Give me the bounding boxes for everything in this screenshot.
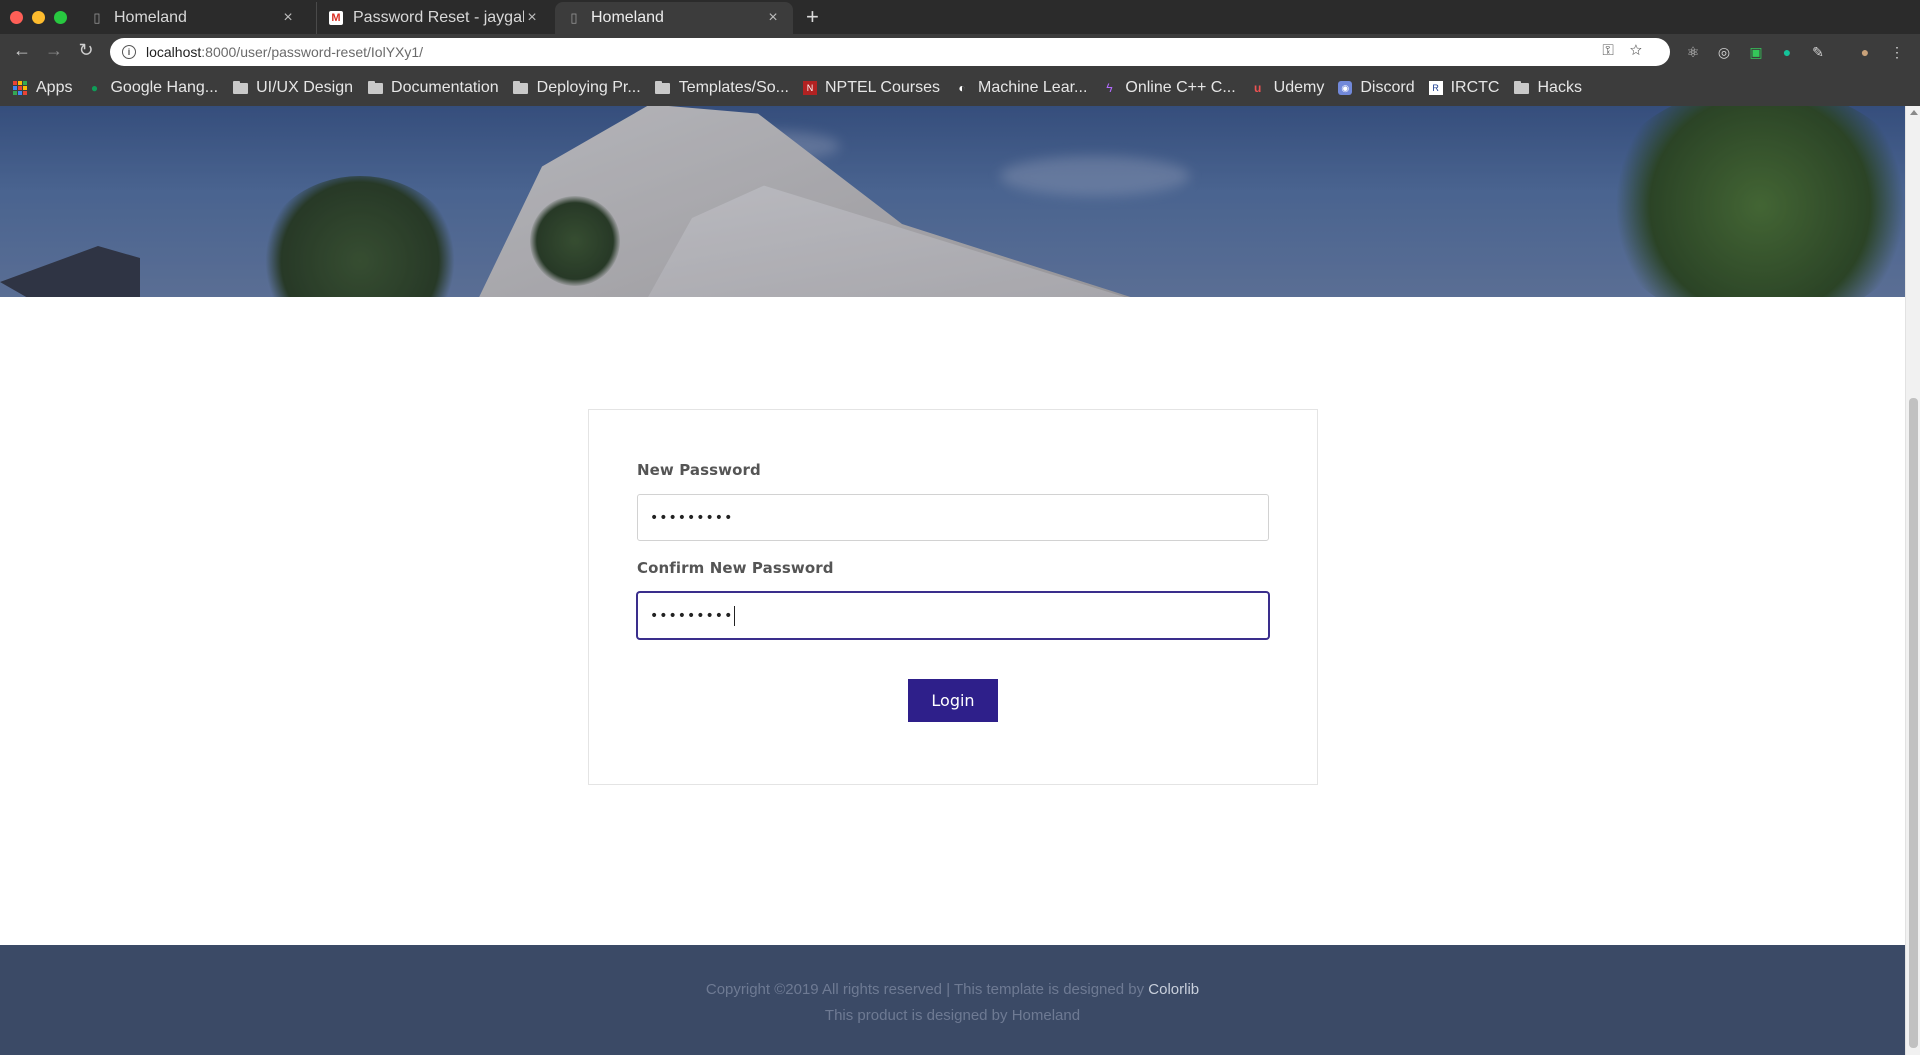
omnibox-actions: ⚿☆: [1602, 42, 1658, 59]
pen-extension-icon[interactable]: ✎: [1809, 43, 1827, 61]
bookmark-label: NPTEL Courses: [824, 79, 940, 96]
copyright-line: Copyright ©2019 All rights reserved | Th…: [0, 981, 1905, 998]
key-icon[interactable]: ⚿: [1602, 42, 1629, 59]
copyright-text: Copyright ©2019 All rights reserved | Th…: [705, 981, 1149, 998]
hero-banner-image: [0, 106, 1905, 297]
folder-icon: [513, 80, 529, 95]
bookmark-documentation[interactable]: Documentation: [367, 79, 499, 97]
folder-icon: [655, 80, 671, 95]
bookmark-nptel[interactable]: N NPTEL Courses: [802, 79, 940, 97]
hangouts-icon: ●: [90, 81, 99, 95]
back-arrow-icon[interactable]: ←: [10, 40, 34, 61]
bookmarks-bar: Apps ● Google Hang... UI/UX Design Docum…: [0, 70, 1920, 106]
confirm-password-value: •••••••••: [650, 607, 734, 624]
bookmark-discord[interactable]: ◉ Discord: [1338, 79, 1415, 97]
green-extension-icon[interactable]: ▣: [1747, 43, 1765, 61]
browser-toolbar: ← → ↻ i localhost:8000/user/password-res…: [0, 34, 1920, 70]
window-minimize-button[interactable]: [32, 11, 45, 24]
bookmark-machine-learning[interactable]: ◐ Machine Lear...: [954, 79, 1087, 97]
apps-grid-icon: [12, 81, 28, 95]
grammarly-icon[interactable]: ●: [1778, 43, 1796, 61]
tab-title: Homeland: [591, 9, 664, 26]
discord-icon: ◉: [1338, 81, 1353, 95]
bookmark-online-cpp[interactable]: ϟ Online C++ C...: [1101, 79, 1235, 97]
bookmark-label: Machine Lear...: [977, 79, 1088, 96]
folder-icon: [367, 80, 383, 95]
product-credit: This product is designed by Homeland: [824, 1007, 1081, 1024]
browser-tab-password-reset[interactable]: M Password Reset - jaygala ×: [316, 2, 552, 34]
folder-icon: [232, 80, 248, 95]
forward-arrow-icon[interactable]: →: [42, 40, 66, 61]
nptel-icon: N: [802, 81, 817, 95]
bookmark-label: Deploying Pr...: [536, 79, 641, 96]
bookmark-label: Discord: [1360, 79, 1415, 96]
menu-kebab-icon[interactable]: ⋮: [1888, 43, 1906, 61]
react-devtools-icon[interactable]: ⚛: [1684, 43, 1702, 61]
bookmark-irctc[interactable]: R IRCTC: [1428, 79, 1500, 97]
url-host: localhost: [146, 44, 202, 60]
udemy-icon: u: [1254, 81, 1262, 95]
scroll-up-icon[interactable]: [1910, 110, 1918, 115]
folder-icon: [1513, 80, 1529, 95]
profile-avatar[interactable]: ●: [1856, 43, 1874, 61]
bookmark-ui-ux-design[interactable]: UI/UX Design: [232, 79, 353, 97]
new-password-field[interactable]: •••••••••: [637, 494, 1269, 541]
site-info-icon[interactable]: i: [122, 45, 136, 59]
scrollbar-thumb[interactable]: [1909, 398, 1918, 1048]
page-icon: ▯: [93, 10, 101, 25]
text-caret: [734, 605, 736, 626]
bookmark-label: Templates/So...: [678, 79, 789, 96]
new-password-value: •••••••••: [650, 509, 734, 526]
password-reset-form: New Password ••••••••• Confirm New Passw…: [588, 409, 1318, 785]
gmail-icon: M: [329, 11, 343, 25]
close-icon[interactable]: ×: [765, 9, 781, 27]
confirm-password-field[interactable]: •••••••••: [637, 592, 1269, 639]
bookmark-apps[interactable]: Apps: [12, 79, 72, 97]
bookmark-label: Hacks: [1537, 79, 1582, 96]
close-icon[interactable]: ×: [280, 9, 296, 27]
browser-tab-homeland-1[interactable]: ▯ Homeland ×: [78, 2, 308, 34]
bookmark-label: Apps: [36, 79, 73, 96]
bookmark-templates[interactable]: Templates/So...: [655, 79, 789, 97]
bookmark-label: Documentation: [391, 79, 499, 96]
confirm-password-label: Confirm New Password: [637, 559, 834, 577]
bookmark-label: UI/UX Design: [256, 79, 354, 96]
address-bar[interactable]: i localhost:8000/user/password-reset/Iol…: [110, 38, 1670, 66]
page-footer: Copyright ©2019 All rights reserved | Th…: [0, 945, 1905, 1055]
page-icon: ▯: [570, 10, 578, 25]
target-extension-icon[interactable]: ◎: [1715, 43, 1733, 61]
window-maximize-button[interactable]: [54, 11, 67, 24]
window-close-button[interactable]: [10, 11, 23, 24]
bookmark-label: IRCTC: [1450, 79, 1500, 96]
hero-overlay: [0, 106, 1905, 297]
bookmark-hacks[interactable]: Hacks: [1513, 79, 1582, 97]
login-button[interactable]: Login: [908, 679, 998, 722]
url-path: :8000/user/password-reset/IolYXy1/: [201, 44, 424, 60]
bookmark-udemy[interactable]: u Udemy: [1250, 79, 1325, 97]
browser-tab-homeland-active[interactable]: ▯ Homeland ×: [555, 2, 793, 34]
page-scrollbar[interactable]: [1905, 106, 1920, 1055]
tab-title: Password Reset - jaygala: [353, 9, 524, 26]
bookmark-google-hangouts[interactable]: ● Google Hang...: [86, 79, 218, 97]
new-tab-button[interactable]: +: [806, 4, 819, 30]
reload-icon[interactable]: ↻: [74, 40, 98, 61]
new-password-label: New Password: [637, 461, 761, 479]
bookmark-label: Google Hang...: [110, 79, 219, 96]
ml-icon: ◐: [958, 81, 966, 95]
bookmark-label: Online C++ C...: [1125, 79, 1236, 96]
bolt-icon: ϟ: [1106, 81, 1113, 95]
close-icon[interactable]: ×: [524, 9, 540, 27]
bookmark-deploying[interactable]: Deploying Pr...: [513, 79, 641, 97]
star-icon[interactable]: ☆: [1630, 42, 1658, 59]
irctc-icon: R: [1428, 81, 1443, 95]
colorlib-link[interactable]: Colorlib: [1148, 981, 1199, 998]
browser-tab-bar: ▯ Homeland × M Password Reset - jaygala …: [0, 0, 1920, 34]
tab-title: Homeland: [114, 9, 187, 26]
bookmark-label: Udemy: [1273, 79, 1325, 96]
